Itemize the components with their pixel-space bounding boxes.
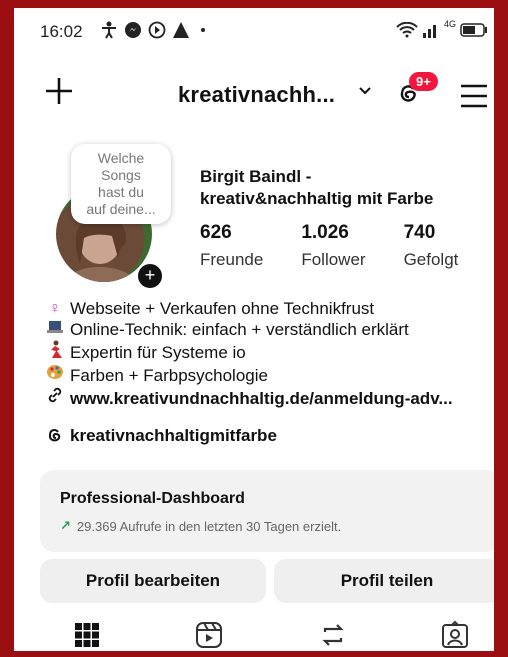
name-line-2: kreativ&nachhaltig mit Farbe <box>200 189 434 208</box>
dancer-icon <box>44 340 66 364</box>
dashboard-views-text: 29.369 Aufrufe in den letzten 30 Tagen e… <box>76 518 342 534</box>
profile-top-bar: kreativnachh... 9+ <box>28 70 494 118</box>
plus-icon[interactable] <box>42 74 76 108</box>
link-shape <box>48 387 62 403</box>
accessibility-icon <box>102 21 116 39</box>
bio-line: Online-Technik: einfach + verständlich e… <box>44 319 453 340</box>
bio-line: Expertin für Systeme io <box>44 340 453 364</box>
laptop-shape <box>47 321 63 333</box>
threads-small-icon <box>48 429 61 442</box>
stat-value: 626 <box>200 222 232 243</box>
bio-text: Online-Technik: einfach + verständlich e… <box>70 320 409 339</box>
status-icons <box>100 21 210 39</box>
username[interactable]: kreativnachh... <box>178 82 335 108</box>
notification-badge[interactable]: 9+ <box>409 72 438 91</box>
bio-text: Expertin für Systeme io <box>70 342 246 362</box>
screenshot-frame: 16:02 4G kreativnachh... 9+ Welche Songs… <box>0 0 508 657</box>
music-icon <box>148 21 166 39</box>
dancer-shape <box>51 340 62 358</box>
edit-profile-button[interactable]: Profil bearbeiten <box>40 559 266 603</box>
bio-text: Farben + Farbpsychologie <box>70 365 268 385</box>
profile-name: Birgit Baindl - kreativ&nachhaltig mit F… <box>200 166 433 210</box>
palette-icon <box>44 364 66 386</box>
status-right: 4G <box>396 19 488 38</box>
profile-bio: ♀ Webseite + Verkaufen ohne Technikfrust… <box>44 298 453 410</box>
tagged-icon[interactable] <box>440 620 470 650</box>
add-story-icon[interactable]: + <box>136 262 164 290</box>
signal-icon <box>422 25 436 38</box>
name-line-1: Birgit Baindl - <box>200 167 312 186</box>
stat-label: Freunde <box>200 250 264 269</box>
palette-shape <box>47 365 63 379</box>
wifi-icon <box>396 22 418 38</box>
dashboard-subtitle: ↗ 29.369 Aufrufe in den letzten 30 Tagen… <box>60 518 341 534</box>
battery-icon <box>460 23 487 37</box>
share-profile-button[interactable]: Profil teilen <box>274 559 494 603</box>
bio-line: Farben + Farbpsychologie <box>44 364 453 386</box>
threads-profile-link[interactable]: kreativnachhaltigmitfarbe <box>44 426 277 446</box>
reels-icon[interactable] <box>194 620 224 650</box>
bio-link[interactable]: www.kreativundnachhaltig.de/anmeldung-ad… <box>70 388 453 409</box>
status-time: 16:02 <box>40 22 83 41</box>
warning-icon <box>173 22 189 38</box>
female-sign-icon: ♀ <box>49 300 61 317</box>
trend-up-icon: ↗ <box>60 518 71 533</box>
stat-value: 1.026 <box>301 222 349 243</box>
messenger-icon <box>125 22 141 38</box>
dot-icon <box>201 28 205 32</box>
profile-content-tabs <box>28 610 494 651</box>
dashboard-title: Professional-Dashboard <box>60 490 245 507</box>
chevron-down-icon[interactable] <box>358 84 372 98</box>
link-icon <box>44 386 66 410</box>
stat-label: Gefolgt <box>403 250 459 269</box>
note-line: hast du <box>98 184 144 200</box>
threads-handle: kreativnachhaltigmitfarbe <box>70 426 277 445</box>
note-line: Welche <box>97 150 145 166</box>
stat-value: 740 <box>403 222 436 243</box>
note-line: Songs <box>101 167 141 183</box>
stat-following[interactable]: 740 Gefolgt <box>404 222 459 270</box>
note-line: auf deine... <box>86 201 156 217</box>
note-bubble[interactable]: Welche Songs hast du auf deine... <box>71 144 171 224</box>
bio-link-row[interactable]: www.kreativundnachhaltig.de/anmeldung-ad… <box>44 386 453 410</box>
bio-text: Webseite + Verkaufen ohne Technikfrust <box>70 299 375 318</box>
reposts-icon[interactable] <box>318 620 348 650</box>
stat-followers[interactable]: 1.026 Follower <box>301 222 365 270</box>
professional-dashboard[interactable]: Professional-Dashboard ↗ 29.369 Aufrufe … <box>40 470 494 552</box>
avatar-area[interactable]: Welche Songs hast du auf deine... + <box>56 144 171 290</box>
stat-label: Follower <box>301 250 366 269</box>
stat-friends[interactable]: 626 Freunde <box>200 222 263 270</box>
phone-screen: 16:02 4G kreativnachh... 9+ Welche Songs… <box>28 16 494 651</box>
menu-icon[interactable] <box>460 84 488 108</box>
status-bar: 16:02 4G <box>28 16 494 46</box>
grid-icon[interactable] <box>72 620 102 650</box>
laptop-icon <box>44 319 66 340</box>
profile-stats: 626 Freunde 1.026 Follower 740 Gefolgt <box>200 222 494 270</box>
network-label: 4G <box>443 19 456 29</box>
bio-line: ♀ Webseite + Verkaufen ohne Technikfrust <box>44 298 453 319</box>
